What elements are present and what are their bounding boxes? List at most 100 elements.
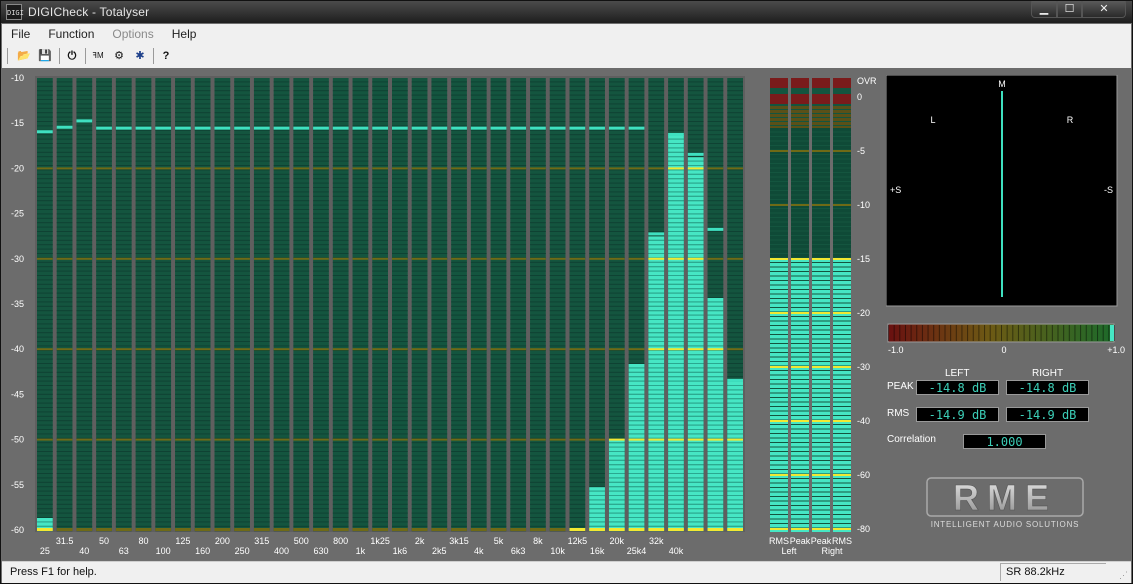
- level-marker: [411, 257, 428, 260]
- level-marker: [648, 257, 665, 260]
- peak-hold: [392, 126, 408, 130]
- close-button[interactable]: ✕: [1082, 1, 1126, 18]
- level-marker: [791, 258, 809, 260]
- level-marker: [687, 348, 704, 351]
- db-scale-label: -20: [11, 163, 24, 173]
- level-marker: [96, 167, 112, 170]
- maximize-button[interactable]: ☐: [1057, 1, 1082, 18]
- freq-label: 32k: [649, 536, 664, 546]
- level-marker: [569, 348, 586, 351]
- open-icon[interactable]: 📂: [14, 47, 34, 65]
- title-bar[interactable]: DIGI DIGICheck - Totalyser ▁ ☐ ✕: [1, 1, 1132, 23]
- level-marker: [687, 528, 704, 531]
- peak-hold: [668, 132, 684, 136]
- band-background: [589, 78, 605, 530]
- db-scale-label: -25: [11, 209, 24, 219]
- level-marker: [37, 167, 53, 170]
- level-marker: [490, 438, 507, 441]
- level-marker: [135, 257, 152, 260]
- level-marker: [194, 528, 211, 531]
- minimize-button[interactable]: ▁: [1031, 1, 1057, 18]
- toolbar-separator: [59, 48, 60, 64]
- band-bar: [273, 78, 290, 532]
- level-marker: [293, 528, 310, 531]
- status-help-text: Press F1 for help.: [10, 566, 97, 578]
- help-icon[interactable]: ?: [156, 47, 176, 65]
- freq-label: 400: [274, 546, 289, 556]
- level-marker: [352, 438, 369, 441]
- level-marker: [628, 528, 645, 531]
- level-marker: [608, 348, 625, 351]
- band-background: [115, 78, 132, 530]
- band-background: [175, 78, 191, 530]
- band-background: [332, 78, 349, 530]
- level-marker: [214, 257, 231, 260]
- menu-file[interactable]: File: [2, 27, 39, 41]
- freq-label: 125: [175, 536, 190, 546]
- app-icon[interactable]: DIGI: [6, 4, 24, 20]
- level-marker: [194, 257, 211, 260]
- menu-function[interactable]: Function: [39, 27, 103, 41]
- band-bar: [470, 78, 487, 532]
- level-marker: [175, 257, 191, 260]
- level-marker: [812, 528, 830, 530]
- level-marker: [648, 348, 665, 351]
- level-marker: [727, 257, 743, 260]
- peak-hold: [175, 126, 191, 130]
- peak-right-readout: -14.8 dB: [1006, 380, 1089, 395]
- save-icon[interactable]: 💾: [35, 47, 55, 65]
- level-marker: [313, 528, 329, 531]
- menu-options[interactable]: Options: [103, 27, 162, 41]
- level-marker: [589, 257, 605, 260]
- meter-channel: [791, 78, 809, 532]
- band-bar: [313, 78, 329, 532]
- band-bar: [96, 78, 112, 532]
- settings-icon[interactable]: ⚙: [109, 47, 129, 65]
- freq-label: 12k5: [568, 536, 588, 546]
- resize-grip-icon[interactable]: ⋰: [1119, 570, 1128, 581]
- level-marker: [608, 167, 625, 170]
- rta-icon[interactable]: ꟻM: [88, 47, 108, 65]
- level-marker: [37, 348, 53, 351]
- level-marker: [490, 528, 507, 531]
- band-bar: [608, 78, 625, 532]
- band-bar: [115, 78, 132, 532]
- power-icon[interactable]: ⏻: [62, 47, 82, 65]
- freq-label: 1k6: [393, 546, 408, 556]
- level-marker: [490, 167, 507, 170]
- freq-label: 630: [313, 546, 328, 556]
- level-marker: [791, 366, 809, 368]
- meter-scale-label: -30: [857, 362, 870, 372]
- spectrum-analyzer[interactable]: -10 -15 -20 -25 -30 -35 -40 -45 -50 -55 -60 31.5 50 8…: [2, 68, 762, 560]
- bug-icon[interactable]: ✱: [130, 47, 150, 65]
- app-window: DIGI DIGICheck - Totalyser ▁ ☐ ✕ File Fu…: [0, 0, 1133, 584]
- level-marker: [628, 438, 645, 441]
- level-marker: [76, 257, 93, 260]
- level-marker: [115, 257, 132, 260]
- level-marker: [253, 257, 270, 260]
- level-marker: [392, 528, 408, 531]
- ovr-indicator: [812, 78, 830, 88]
- meter-channel-label: Peak: [811, 536, 832, 546]
- meter-channel: [833, 78, 851, 532]
- meter-channel-label: RMS: [832, 536, 852, 546]
- correlation-mid-label: 0: [1001, 345, 1006, 355]
- correlation-min-label: -1.0: [888, 345, 904, 355]
- level-marker: [451, 167, 467, 170]
- level-marker: [791, 204, 809, 206]
- freq-label: 160: [195, 546, 210, 556]
- level-marker: [833, 204, 851, 206]
- level-marker: [411, 348, 428, 351]
- band-background: [293, 78, 310, 530]
- peak-hold: [549, 126, 566, 130]
- band-background: [392, 78, 408, 530]
- peak-left-readout: -14.8 dB: [916, 380, 999, 395]
- band-bar: [194, 78, 211, 532]
- band-bar: [451, 78, 467, 532]
- menu-help[interactable]: Help: [163, 27, 206, 41]
- band-bar: [668, 78, 684, 532]
- level-marker: [234, 167, 250, 170]
- level-marker: [155, 167, 172, 170]
- level-marker: [589, 167, 605, 170]
- level-marker: [451, 438, 467, 441]
